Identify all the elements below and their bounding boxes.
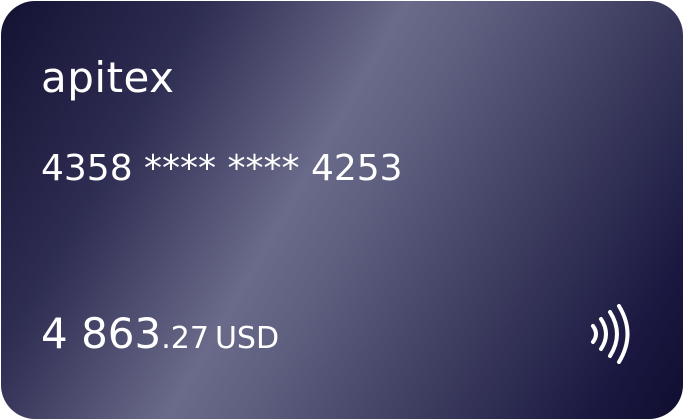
balance-fraction: .27 — [161, 321, 209, 356]
contactless-icon — [591, 304, 630, 364]
card-brand: apitex — [41, 53, 175, 102]
balance-currency: USD — [214, 321, 280, 356]
balance-integer: 4 863 — [41, 309, 162, 358]
card-balance: 4 863.27 USD — [41, 313, 279, 355]
payment-card[interactable]: apitex 4358 **** **** 4253 4 863.27 USD — [1, 1, 683, 419]
card-number: 4358 **** **** 4253 — [41, 148, 403, 189]
